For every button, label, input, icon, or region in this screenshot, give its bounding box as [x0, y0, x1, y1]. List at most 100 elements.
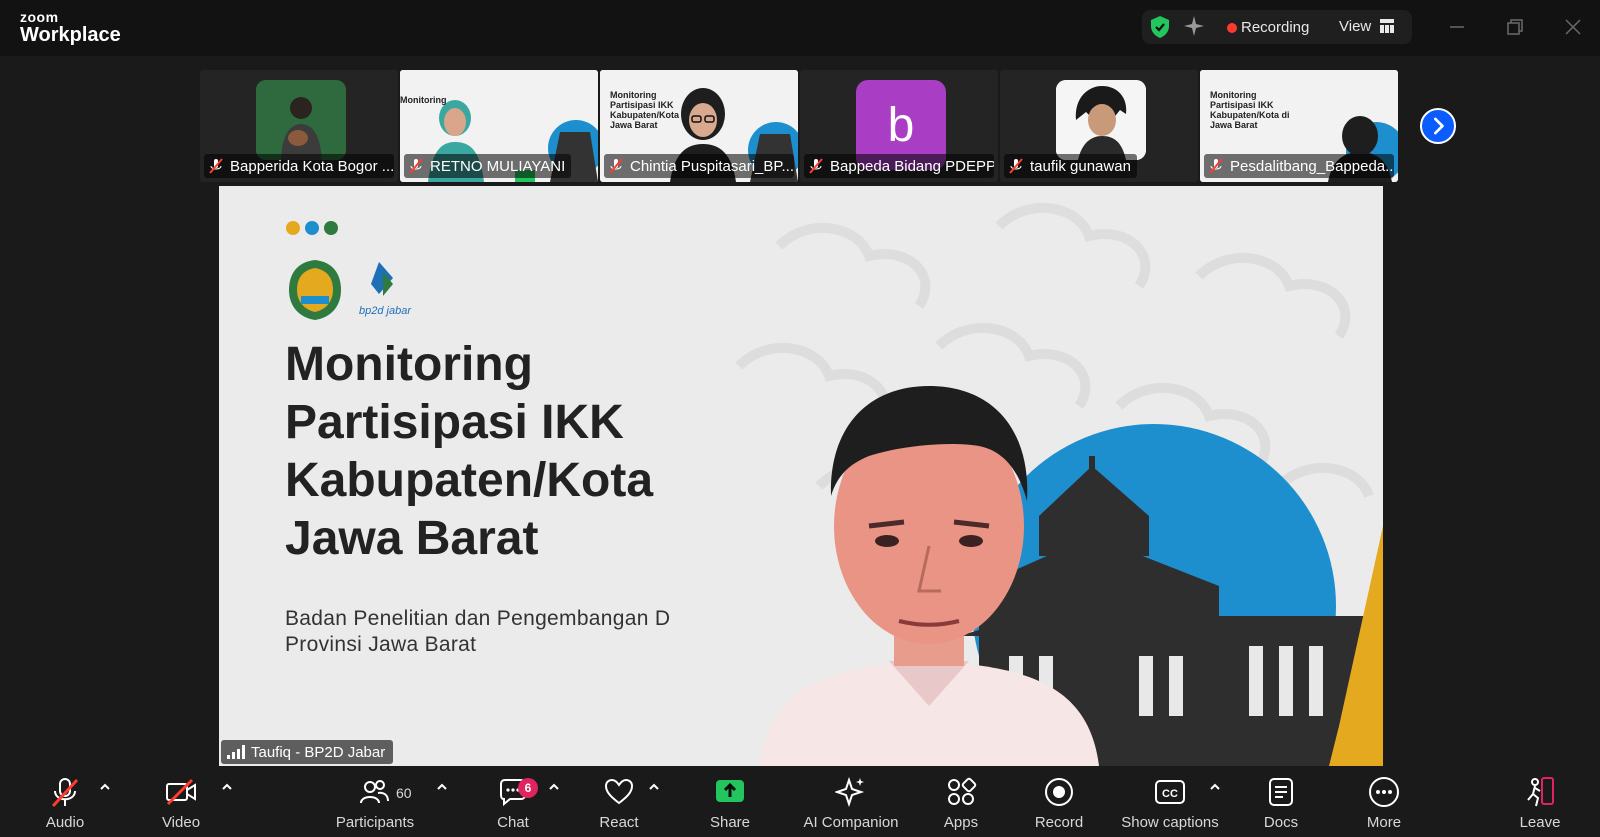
audio-button[interactable]: Audio	[40, 776, 90, 832]
slide-logos: bp2d jabar	[285, 258, 413, 322]
participant-name-label: Bappeda Bidang PDEPP	[804, 154, 994, 178]
participants-options-caret-icon[interactable]	[436, 782, 448, 792]
ai-companion-label: AI Companion	[803, 814, 899, 831]
participant-name-label: taufik gunawan	[1004, 154, 1137, 178]
close-window-icon[interactable]	[1560, 14, 1586, 40]
leave-meeting-button[interactable]: Leave	[1518, 776, 1562, 832]
participant-photo	[1056, 80, 1146, 160]
thumb-line: Kabupaten/Kota di	[610, 110, 690, 120]
share-screen-button[interactable]: Share	[706, 776, 754, 832]
gallery-next-page-button[interactable]	[1420, 108, 1456, 144]
thumb-slide-text: Monitoring Partisipasi IKK Kabupaten/Kot…	[610, 90, 690, 130]
mic-muted-icon	[209, 158, 223, 174]
participant-name: Bapperida Kota Bogor ...	[230, 157, 394, 175]
signal-strength-icon	[227, 745, 245, 759]
chat-options-caret-icon[interactable]	[548, 782, 560, 792]
view-button[interactable]: View	[1339, 18, 1371, 35]
slide-subtitle-line: Badan Penelitian dan Pengembangan D	[285, 607, 671, 630]
participant-name-label: Chintia Puspitasari_BP...	[604, 154, 794, 178]
active-speaker-name: Taufiq - BP2D Jabar	[251, 743, 386, 761]
recording-dot-icon	[1227, 23, 1237, 33]
svg-text:CC: CC	[1162, 788, 1178, 800]
more-label: More	[1366, 814, 1402, 831]
chat-unread-badge: 6	[518, 778, 538, 798]
thumb-line: Monitoring	[610, 90, 657, 100]
participant-tile[interactable]: Monitoring Partisipasi IKK Kabupaten/Kot…	[1200, 70, 1398, 182]
share-screen-icon	[716, 780, 744, 802]
participant-name-label: Pesdalitbang_Bappeda...	[1204, 154, 1394, 178]
docs-button[interactable]: Docs	[1262, 776, 1300, 832]
minimize-window-icon[interactable]	[1444, 14, 1470, 40]
encryption-shield-icon[interactable]	[1150, 15, 1170, 39]
slide-title-line: Jawa Barat	[285, 512, 539, 565]
thumb-slide-text: Monitoring	[400, 95, 447, 105]
share-label: Share	[709, 814, 751, 831]
mic-muted-icon	[809, 158, 823, 174]
mic-muted-icon	[1009, 158, 1023, 174]
participant-name: RETNO MULIAYANI	[430, 157, 566, 175]
participant-tile[interactable]: Bapperida Kota Bogor ...	[200, 70, 398, 182]
apps-icon	[948, 777, 977, 805]
slide-subtitle-line: Provinsi Jawa Barat	[285, 633, 477, 656]
participant-tile[interactable]: Monitoring Partisipasi IKK Kabupaten/Kot…	[600, 70, 798, 182]
thumb-line: Jawa Barat	[610, 120, 658, 130]
participant-photo	[256, 80, 346, 160]
record-button[interactable]: Record	[1034, 776, 1084, 832]
ai-companion-sparkle-icon[interactable]	[1183, 15, 1205, 37]
zoom-logo: zoom Workplace	[20, 10, 121, 45]
bp2d-logo-icon: bp2d jabar	[359, 262, 413, 317]
title-bar: zoom Workplace Recording View	[0, 0, 1600, 56]
restore-window-icon[interactable]	[1502, 14, 1528, 40]
slide-title-line: Partisipasi IKK	[285, 396, 624, 449]
video-options-caret-icon[interactable]	[221, 782, 233, 792]
participant-name-label: RETNO MULIAYANI	[404, 154, 572, 178]
thumb-line: Monitoring	[1210, 90, 1257, 100]
participant-tile[interactable]: b Bappeda Bidang PDEPP	[800, 70, 998, 182]
participant-tile[interactable]: Monitoring RETNO MULIAYANI	[400, 70, 598, 182]
heart-icon	[604, 778, 634, 805]
record-icon	[1045, 778, 1073, 806]
mic-muted-icon	[409, 158, 423, 174]
bp2d-logo-text: bp2d jabar	[359, 305, 412, 317]
apps-label: Apps	[943, 814, 979, 831]
slide-title-line: Kabupaten/Kota	[285, 454, 654, 507]
video-label: Video	[161, 814, 201, 831]
participant-name: Bappeda Bidang PDEPP	[830, 157, 994, 175]
meeting-toolbar: Audio Video Participants 60 Chat 6 React…	[0, 770, 1600, 837]
participant-gallery: Bapperida Kota Bogor ... Monitoring RETN…	[200, 70, 1402, 182]
more-button[interactable]: More	[1360, 776, 1408, 832]
captions-options-caret-icon[interactable]	[1209, 782, 1221, 792]
brand-line-1: zoom	[20, 9, 59, 25]
mic-muted-icon	[1209, 158, 1223, 174]
show-captions-button[interactable]: CC Show captions	[1118, 776, 1222, 832]
active-speaker-video[interactable]: bp2d jabar Monitoring Partisipasi IKK Ka…	[219, 186, 1383, 766]
participant-name: Pesdalitbang_Bappeda...	[1230, 157, 1394, 175]
react-options-caret-icon[interactable]	[648, 782, 660, 792]
slide-color-dots	[286, 221, 338, 235]
mic-muted-icon	[51, 778, 79, 808]
mic-muted-icon	[609, 158, 623, 174]
participant-tile[interactable]: taufik gunawan	[1000, 70, 1198, 182]
docs-icon	[1269, 778, 1293, 806]
slide-title-line: Monitoring	[285, 338, 533, 391]
thumb-line: Jawa Barat	[1210, 120, 1258, 130]
recording-label[interactable]: Recording	[1241, 19, 1309, 36]
audio-options-caret-icon[interactable]	[99, 782, 111, 792]
apps-button[interactable]: Apps	[941, 776, 981, 832]
view-grid-icon[interactable]	[1380, 19, 1394, 33]
react-label: React	[599, 814, 639, 831]
closed-captions-icon: CC	[1155, 780, 1185, 804]
react-button[interactable]: React	[597, 776, 641, 832]
active-speaker-name-label: Taufiq - BP2D Jabar	[221, 740, 394, 764]
participants-label: Participants	[335, 814, 415, 831]
participants-count: 60	[396, 785, 412, 801]
ai-sparkle-icon	[835, 776, 865, 808]
thumb-line: Partisipasi IKK	[610, 100, 674, 110]
ai-companion-button[interactable]: AI Companion	[800, 776, 902, 832]
thumb-line: Kabupaten/Kota di	[1210, 110, 1290, 120]
chat-label: Chat	[497, 814, 529, 831]
slide-title: Monitoring Partisipasi IKK Kabupaten/Kot…	[285, 336, 653, 568]
participant-name: taufik gunawan	[1030, 157, 1131, 175]
slide-subtitle: Badan Penelitian dan Pengembangan D Prov…	[285, 606, 670, 658]
video-button[interactable]: Video	[156, 776, 206, 832]
